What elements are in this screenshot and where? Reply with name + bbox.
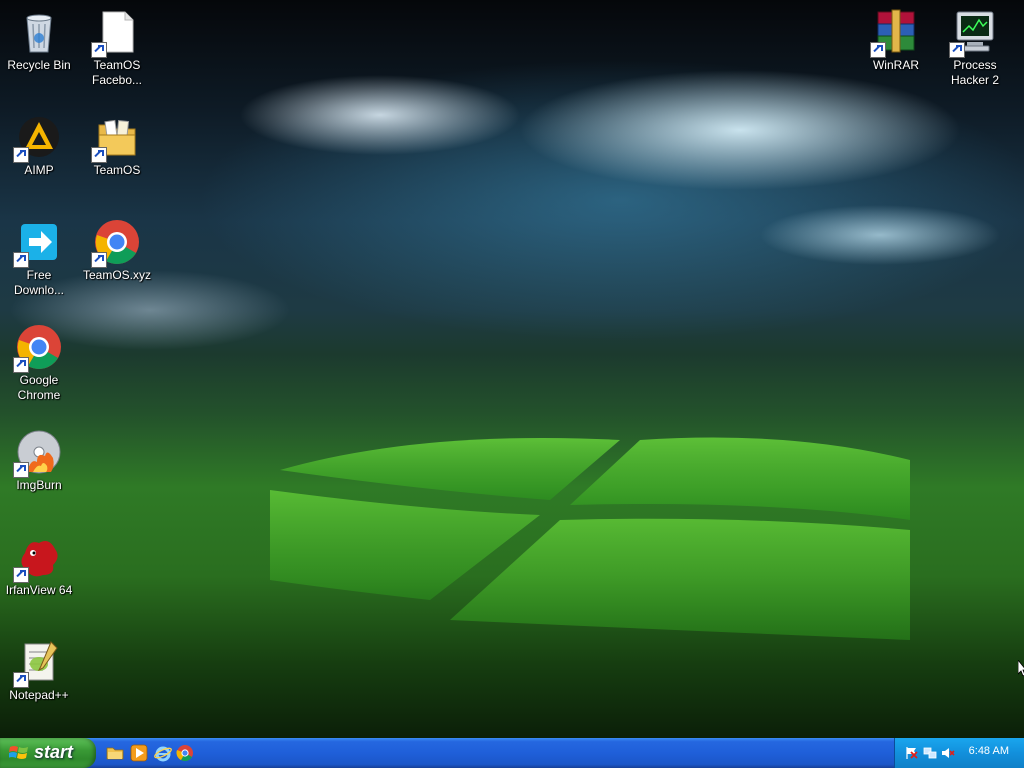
recycle-bin-icon <box>26 14 52 53</box>
shortcut-arrow-icon <box>91 147 107 163</box>
desktop-icon-irfanview[interactable]: IrfanView 64 <box>1 533 77 598</box>
action-center-flag-icon[interactable] <box>905 746 919 760</box>
desktop-icon-process-hacker[interactable]: Process Hacker 2 <box>937 8 1013 88</box>
windows-logo-field <box>270 437 910 640</box>
desktop-icon-aimp[interactable]: AIMP <box>1 113 77 178</box>
explorer-icon[interactable] <box>106 744 124 762</box>
desktop-icon-label: Notepad++ <box>9 688 69 702</box>
desktop-icon-winrar[interactable]: WinRAR <box>858 8 934 73</box>
chrome-icon[interactable] <box>176 744 194 762</box>
desktop-icon-google-chrome[interactable]: Google Chrome <box>1 323 77 403</box>
desktop-icon-label: TeamOS.xyz <box>82 268 151 282</box>
shortcut-arrow-icon <box>13 462 29 478</box>
windows-flag-icon <box>9 746 28 759</box>
shortcut-arrow-icon <box>91 252 107 268</box>
internet-explorer-icon[interactable] <box>154 744 172 762</box>
shortcut-arrow-icon <box>949 42 965 58</box>
desktop-icon-label: Process Hacker 2 <box>950 58 1000 87</box>
desktop-icon-label: Free Downlo... <box>13 268 65 297</box>
desktop-icon-label: Recycle Bin <box>7 58 71 72</box>
shortcut-arrow-icon <box>870 42 886 58</box>
desktop-icon-label: ImgBurn <box>16 478 62 492</box>
desktop-icon-imgburn[interactable]: ImgBurn <box>1 428 77 493</box>
desktop-icon-teamos-folder[interactable]: TeamOS <box>79 113 155 178</box>
desktop-icon-label: Google Chrome <box>17 373 61 402</box>
system-tray: 6:48 AM <box>894 738 1024 768</box>
desktop[interactable]: Recycle Bin AIMP Free Downlo... Google C… <box>0 0 1024 738</box>
shortcut-arrow-icon <box>13 147 29 163</box>
start-label: start <box>34 742 74 762</box>
taskbar: start 6:48 AM <box>0 738 1024 768</box>
shortcut-arrow-icon <box>13 357 29 373</box>
desktop-icon-recycle-bin[interactable]: Recycle Bin <box>1 8 77 73</box>
shortcut-arrow-icon <box>91 42 107 58</box>
shortcut-arrow-icon <box>13 567 29 583</box>
clock[interactable]: 6:48 AM <box>969 745 1009 757</box>
start-button[interactable]: start <box>0 738 96 768</box>
shortcut-arrow-icon <box>13 252 29 268</box>
desktop-icon-notepad-plus-plus[interactable]: Notepad++ <box>1 638 77 703</box>
volume-muted-icon[interactable] <box>941 746 955 760</box>
desktop-icon-label: WinRAR <box>872 58 919 72</box>
desktop-icon-label: TeamOS Facebo... <box>91 58 143 87</box>
desktop-icon-teamos-xyz[interactable]: TeamOS.xyz <box>79 218 155 283</box>
media-player-icon[interactable] <box>130 744 148 762</box>
desktop-icon-teamos-facebook[interactable]: TeamOS Facebo... <box>79 8 155 88</box>
desktop-icon-free-download-manager[interactable]: Free Downlo... <box>1 218 77 298</box>
desktop-icon-label: IrfanView 64 <box>5 583 73 597</box>
mouse-cursor-icon <box>1018 660 1024 676</box>
network-icon[interactable] <box>923 746 937 760</box>
desktop-icon-label: AIMP <box>24 163 54 177</box>
desktop-icon-label: TeamOS <box>93 163 141 177</box>
shortcut-arrow-icon <box>13 672 29 688</box>
